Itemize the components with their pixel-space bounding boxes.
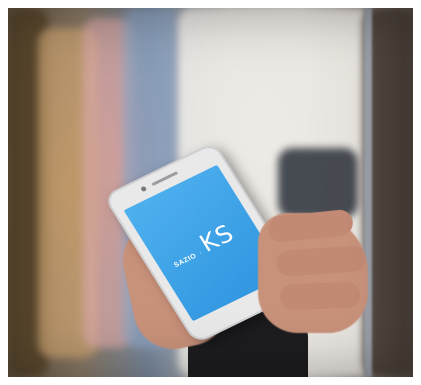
rack-pole [364,8,372,377]
logo-separator: · [198,249,204,257]
tshirt-print [278,148,358,218]
front-camera [140,185,148,193]
finger [279,281,361,311]
store-photo: SAZIO · KS [8,8,413,377]
logo-prefix: SAZIO [172,252,199,270]
earpiece-speaker [151,171,179,187]
app-logo: SAZIO · KS [164,219,239,272]
